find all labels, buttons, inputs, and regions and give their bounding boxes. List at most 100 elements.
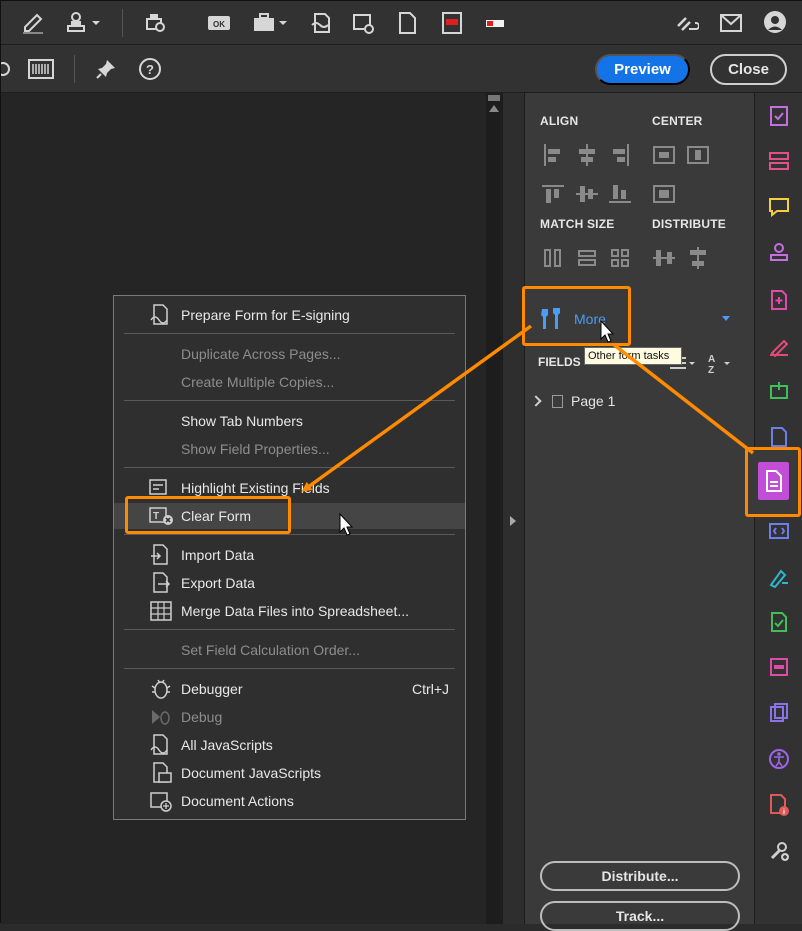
- barcode-icon[interactable]: [27, 57, 55, 81]
- menu-item-label: All JavaScripts: [181, 737, 273, 753]
- align-left-icon[interactable]: [542, 144, 564, 166]
- distribute-horizontal-icon[interactable]: [653, 247, 675, 269]
- fields-label: FIELDS: [538, 355, 581, 369]
- menu-item-label: Document JavaScripts: [181, 765, 322, 781]
- align-middle-icon[interactable]: [576, 183, 598, 205]
- scroll-thumb[interactable]: [488, 95, 500, 101]
- print-search-icon[interactable]: [141, 9, 169, 37]
- certificates-icon[interactable]: [767, 565, 791, 589]
- svg-text:?: ?: [146, 62, 154, 77]
- menu-item-document-javascripts[interactable]: Document JavaScripts: [114, 760, 465, 786]
- track-button[interactable]: Track...: [540, 901, 740, 931]
- accessibility-icon[interactable]: [767, 747, 791, 771]
- match-size-heading: MATCH SIZE: [540, 217, 615, 231]
- chevron-right-icon[interactable]: [530, 395, 542, 407]
- preview-button[interactable]: Preview: [595, 54, 690, 85]
- stamp-dropdown-icon[interactable]: [63, 9, 103, 37]
- combine-files-icon[interactable]: [767, 701, 791, 725]
- pdf-standards-icon[interactable]: i: [767, 793, 791, 817]
- menu-item-show-tab-numbers[interactable]: Show Tab Numbers: [114, 408, 465, 434]
- document-actions-icon: [149, 790, 173, 812]
- import-data-icon: [149, 544, 173, 566]
- align-top-icon[interactable]: [542, 183, 564, 205]
- highlight-fields-icon: [149, 478, 173, 498]
- dropdown-field-icon[interactable]: [482, 9, 508, 37]
- document-settings-icon[interactable]: [349, 9, 377, 37]
- align-center-icon[interactable]: [576, 144, 598, 166]
- user-add-icon[interactable]: [761, 9, 791, 37]
- close-button[interactable]: Close: [710, 54, 787, 85]
- menu-item-label: Document Actions: [181, 793, 294, 809]
- link-cloud-icon[interactable]: [672, 9, 700, 37]
- collapse-arrow-icon[interactable]: [510, 516, 516, 526]
- chevron-down-icon[interactable]: [722, 316, 730, 321]
- menu-separator: [124, 333, 455, 334]
- ok-text: OK: [213, 20, 225, 29]
- sort-alphabetical-icon[interactable]: AZ: [705, 351, 735, 375]
- comment-icon[interactable]: [767, 195, 791, 219]
- top-toolbar: OK: [1, 1, 802, 45]
- print-production-icon[interactable]: [767, 379, 791, 403]
- protect-icon[interactable]: [767, 425, 791, 449]
- prepare-form-icon[interactable]: [758, 462, 789, 500]
- scroll-up-arrow[interactable]: [489, 105, 499, 112]
- match-width-icon[interactable]: [576, 247, 598, 269]
- center-vertical-icon[interactable]: [687, 144, 709, 166]
- center-heading: CENTER: [652, 114, 703, 128]
- pin-icon[interactable]: [93, 57, 119, 81]
- briefcase-dropdown-icon[interactable]: [251, 9, 289, 37]
- page-icon: [552, 394, 563, 408]
- menu-item-label: Export Data: [181, 575, 255, 591]
- organize-pages-icon[interactable]: [767, 149, 791, 173]
- create-pdf-icon[interactable]: [767, 288, 791, 312]
- menu-item-label: Debugger: [181, 681, 243, 697]
- menu-item-label: Show Field Properties...: [181, 441, 330, 457]
- send-for-review-icon[interactable]: [767, 610, 791, 634]
- center-horizontal-icon[interactable]: [653, 144, 675, 166]
- prepare-form-tool-active[interactable]: [745, 447, 801, 517]
- menu-item-debug[interactable]: Debug: [114, 704, 465, 730]
- ok-button-icon[interactable]: OK: [206, 10, 232, 36]
- request-signature-icon[interactable]: [767, 334, 791, 358]
- center-both-icon[interactable]: [653, 183, 675, 205]
- menu-item-document-actions[interactable]: Document Actions: [114, 788, 465, 814]
- redact-icon[interactable]: [767, 655, 791, 679]
- menu-item-import-data[interactable]: Import Data: [114, 542, 465, 568]
- distribute-heading: DISTRIBUTE: [652, 217, 726, 231]
- document-script-icon[interactable]: [307, 9, 335, 37]
- help-icon[interactable]: ?: [137, 57, 163, 81]
- menu-item-label: Debug: [181, 709, 223, 725]
- menu-item-show-field-properties[interactable]: Show Field Properties...: [114, 436, 465, 462]
- esign-icon: [149, 304, 173, 326]
- highlight-pen-icon[interactable]: [19, 9, 47, 37]
- more-highlight-box: [522, 286, 631, 346]
- tree-item-page-1[interactable]: Page 1: [530, 393, 615, 409]
- distribute-vertical-icon[interactable]: [687, 247, 709, 269]
- menu-item-set-calculation-order[interactable]: Set Field Calculation Order...: [114, 637, 465, 663]
- list-box-icon[interactable]: [439, 9, 465, 37]
- menu-item-prepare-esign[interactable]: Prepare Form for E-signing: [114, 302, 465, 328]
- align-bottom-icon[interactable]: [609, 183, 631, 205]
- fill-sign-icon[interactable]: [767, 104, 791, 128]
- panel-collapse-splitter[interactable]: [502, 93, 524, 924]
- match-both-icon[interactable]: [609, 247, 631, 269]
- menu-separator: [124, 534, 455, 535]
- document-icon[interactable]: [394, 9, 420, 37]
- more-tools-icon[interactable]: [767, 839, 791, 863]
- match-height-icon[interactable]: [542, 247, 564, 269]
- menu-item-create-multiple-copies[interactable]: Create Multiple Copies...: [114, 369, 465, 395]
- export-structure-icon[interactable]: [767, 519, 791, 543]
- menu-item-merge-data-files[interactable]: Merge Data Files into Spreadsheet...: [114, 598, 465, 624]
- export-data-icon: [149, 572, 173, 594]
- menu-item-label: Import Data: [181, 547, 255, 563]
- distribute-button[interactable]: Distribute...: [540, 861, 740, 891]
- partial-tool-icon[interactable]: [1, 57, 11, 81]
- menu-item-all-javascripts[interactable]: All JavaScripts: [114, 732, 465, 758]
- vertical-scrollbar[interactable]: [486, 93, 502, 924]
- mail-icon[interactable]: [717, 9, 745, 37]
- stamp-icon[interactable]: [767, 241, 791, 265]
- menu-item-debugger[interactable]: Debugger Ctrl+J: [114, 676, 465, 702]
- menu-item-duplicate-across-pages[interactable]: Duplicate Across Pages...: [114, 341, 465, 367]
- align-right-icon[interactable]: [609, 144, 631, 166]
- menu-item-export-data[interactable]: Export Data: [114, 570, 465, 596]
